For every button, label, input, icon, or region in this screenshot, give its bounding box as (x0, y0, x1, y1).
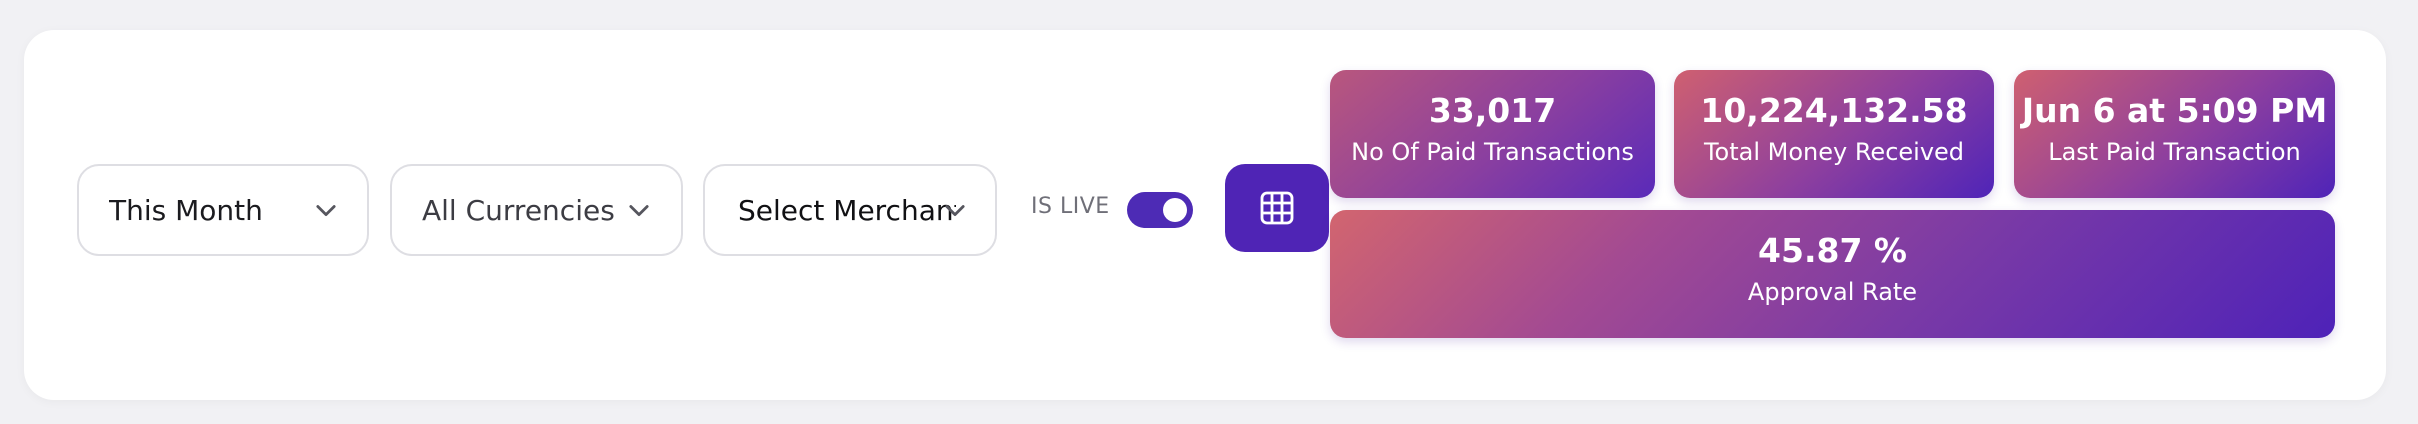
approval-rate-label: Approval Rate (1747, 278, 1918, 306)
grid-icon (1260, 191, 1294, 225)
merchant-select[interactable]: Select Merchant (703, 164, 997, 256)
is-live-toggle[interactable] (1127, 192, 1193, 228)
stat-card-last-transaction: Jun 6 at 5:09 PM Last Paid Transaction (2014, 70, 2335, 198)
currency-select-value: All Currencies (422, 193, 615, 227)
stat-label: Total Money Received (1703, 138, 1965, 166)
chevron-down-icon (945, 205, 965, 217)
period-select-value: This Month (109, 193, 263, 227)
stat-card-approval-rate: 45.87 % Approval Rate (1330, 210, 2335, 338)
stat-label: Last Paid Transaction (2048, 138, 2301, 166)
stat-card-paid-transactions: 33,017 No Of Paid Transactions (1330, 70, 1655, 198)
approval-rate-value: 45.87 % (1758, 231, 1907, 270)
toggle-knob (1163, 198, 1187, 222)
table-view-button[interactable] (1225, 164, 1329, 252)
stat-value: 33,017 (1428, 91, 1557, 130)
merchant-select-value: Select Merchant (738, 193, 956, 227)
stat-value: 10,224,132.58 (1700, 91, 1968, 130)
chevron-down-icon (629, 205, 649, 217)
chevron-down-icon (316, 205, 336, 217)
currency-select[interactable]: All Currencies (390, 164, 683, 256)
is-live-label: IS LIVE (1031, 194, 1110, 219)
period-select[interactable]: This Month (77, 164, 369, 256)
stat-card-total-money: 10,224,132.58 Total Money Received (1674, 70, 1994, 198)
stat-label: No Of Paid Transactions (1351, 138, 1634, 166)
stat-value: Jun 6 at 5:09 PM (2021, 91, 2328, 130)
